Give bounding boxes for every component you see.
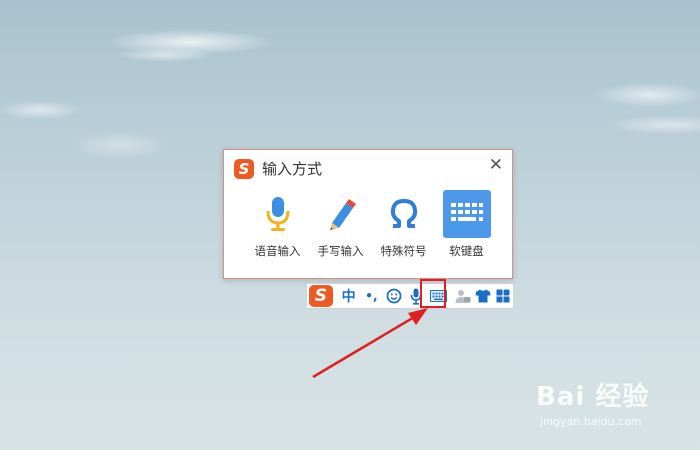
watermark-main: Bai 经验 — [536, 382, 650, 412]
baidu-jingyan-watermark: Bai 经验 jingyan.baidu.com — [536, 376, 649, 428]
watermark-url: jingyan.baidu.com — [540, 415, 642, 428]
